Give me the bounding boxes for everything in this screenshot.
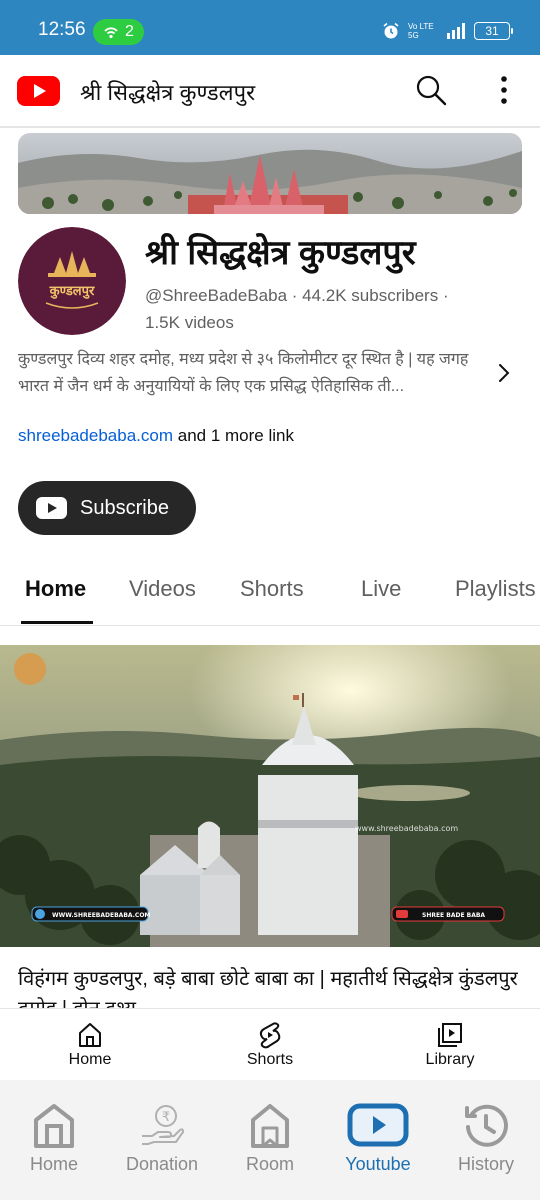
channel-link[interactable]: shreebadebaba.com bbox=[18, 426, 173, 445]
more-options-button[interactable] bbox=[488, 73, 520, 109]
channel-meta: @ShreeBadeBaba · 44.2K subscribers · 1.5… bbox=[145, 282, 475, 336]
yt-nav-library-label: Library bbox=[425, 1051, 475, 1068]
library-icon bbox=[438, 1023, 462, 1047]
channel-name: श्री सिद्धक्षेत्र कुण्डलपुर bbox=[145, 234, 416, 272]
app-nav-youtube[interactable]: Youtube bbox=[328, 1102, 428, 1175]
subscribe-label: Subscribe bbox=[80, 496, 169, 519]
video-title[interactable]: विहंगम कुण्डलपुर, बड़े बाबा छोटे बाबा का… bbox=[18, 964, 518, 1008]
tab-home[interactable]: Home bbox=[25, 576, 86, 602]
shorts-icon bbox=[259, 1022, 281, 1049]
hotspot-icon bbox=[104, 27, 118, 39]
avatar-logo-text: कुण्डलपुर bbox=[49, 284, 95, 299]
status-icons: Vo LTE 5G 31 bbox=[382, 20, 513, 42]
temple-home-icon bbox=[34, 1104, 74, 1148]
meta-separator: · bbox=[442, 286, 449, 305]
network-label: Vo LTE 5G bbox=[408, 22, 434, 40]
avatar-image: कुण्डलपुर bbox=[18, 227, 126, 335]
tab-playlists[interactable]: Playlists bbox=[455, 576, 536, 602]
history-icon bbox=[465, 1104, 508, 1147]
featured-video-thumbnail[interactable]: www.shreebadebaba.com WWW.SHREEBADEBABA.… bbox=[0, 645, 540, 947]
tab-videos[interactable]: Videos bbox=[129, 576, 196, 602]
app-bar: श्री सिद्धक्षेत्र कुण्डलपुर bbox=[0, 55, 540, 128]
app-nav-youtube-label: Youtube bbox=[345, 1154, 411, 1174]
youtube-icon bbox=[36, 497, 67, 519]
alarm-icon bbox=[383, 22, 399, 39]
video-count: 1.5K videos bbox=[145, 313, 234, 332]
home-icon bbox=[79, 1023, 101, 1047]
yt-nav-library[interactable]: Library bbox=[400, 1017, 500, 1069]
svg-text:₹: ₹ bbox=[162, 1110, 170, 1125]
youtube-bottom-nav: Home Shorts Library bbox=[0, 1008, 540, 1080]
app-bottom-nav: Home ₹ Donation Room Youtube History bbox=[0, 1080, 540, 1200]
hotspot-indicator: 2 bbox=[93, 19, 144, 45]
more-links[interactable]: and 1 more link bbox=[178, 426, 294, 445]
banner-image bbox=[18, 133, 522, 214]
yt-nav-home-label: Home bbox=[68, 1051, 112, 1068]
room-icon bbox=[251, 1104, 289, 1148]
youtube-logo[interactable] bbox=[17, 76, 60, 106]
app-nav-room-label: Room bbox=[245, 1154, 294, 1174]
video-watermark: www.shreebadebaba.com bbox=[355, 824, 458, 833]
video-thumbnail-image: www.shreebadebaba.com WWW.SHREEBADEBABA.… bbox=[0, 645, 540, 947]
youtube-icon bbox=[347, 1103, 409, 1147]
hotspot-count: 2 bbox=[125, 23, 134, 40]
status-bar: 12:56 2 Vo LTE 5G 31 bbox=[0, 0, 540, 55]
search-icon bbox=[416, 75, 447, 106]
channel-avatar[interactable]: कुण्डलपुर bbox=[18, 227, 126, 335]
tab-live[interactable]: Live bbox=[361, 576, 401, 602]
channel-tabs: Home Videos Shorts Live Playlists bbox=[0, 560, 540, 626]
signal-icon bbox=[447, 23, 465, 39]
app-nav-history[interactable]: History bbox=[436, 1102, 536, 1175]
battery-indicator: 31 bbox=[474, 22, 513, 40]
channel-links: shreebadebaba.com and 1 more link bbox=[18, 426, 294, 446]
tab-shorts[interactable]: Shorts bbox=[240, 576, 304, 602]
chevron-right-icon bbox=[499, 364, 510, 382]
subscribe-button[interactable]: Subscribe bbox=[18, 481, 196, 535]
channel-banner bbox=[18, 133, 522, 214]
donation-icon: ₹ bbox=[142, 1105, 184, 1145]
channel-handle: @ShreeBadeBaba bbox=[145, 286, 288, 305]
yt-nav-home[interactable]: Home bbox=[40, 1017, 140, 1069]
yt-nav-shorts[interactable]: Shorts bbox=[220, 1017, 320, 1069]
status-time: 12:56 bbox=[38, 19, 86, 40]
app-nav-history-label: History bbox=[457, 1154, 514, 1174]
video-watermark-name: SHREE BADE BABA bbox=[422, 912, 485, 919]
more-vert-icon bbox=[501, 76, 507, 104]
app-nav-room[interactable]: Room bbox=[220, 1102, 320, 1175]
video-watermark-url: WWW.SHREEBADEBABA.COM bbox=[52, 912, 150, 919]
app-nav-donation-label: Donation bbox=[125, 1154, 199, 1174]
yt-nav-shorts-label: Shorts bbox=[246, 1051, 294, 1068]
search-button[interactable] bbox=[414, 73, 448, 107]
channel-description[interactable]: कुण्डलपुर दिव्य शहर दमोह, मध्य प्रदेश से… bbox=[18, 346, 486, 400]
active-tab-indicator bbox=[21, 621, 93, 624]
description-expand-button[interactable] bbox=[492, 358, 516, 388]
app-nav-home[interactable]: Home bbox=[4, 1102, 104, 1175]
app-nav-donation[interactable]: ₹ Donation bbox=[112, 1102, 212, 1175]
meta-separator: · bbox=[291, 286, 303, 305]
battery-level: 31 bbox=[485, 24, 499, 38]
app-nav-home-label: Home bbox=[29, 1154, 78, 1174]
page-title: श्री सिद्धक्षेत्र कुण्डलपुर bbox=[80, 80, 256, 105]
subscriber-count: 44.2K subscribers bbox=[302, 286, 439, 305]
